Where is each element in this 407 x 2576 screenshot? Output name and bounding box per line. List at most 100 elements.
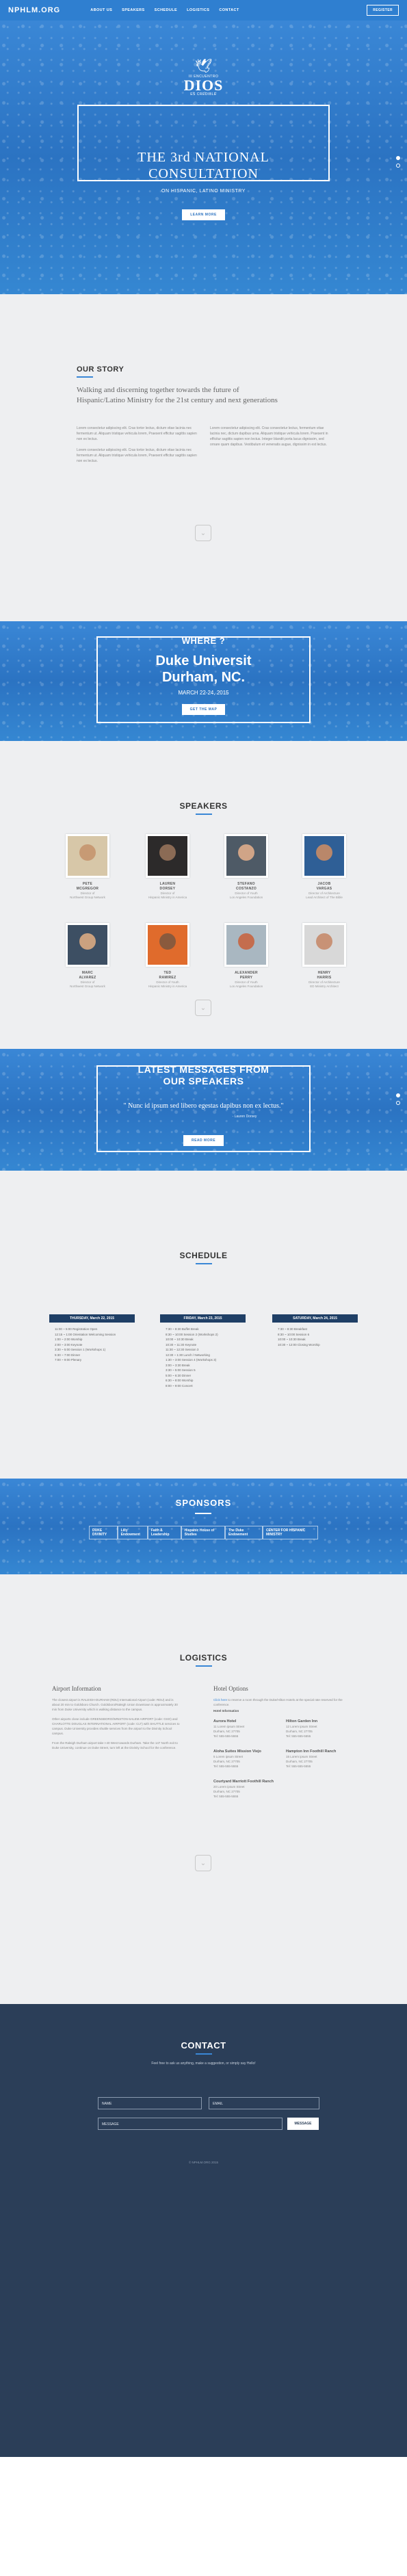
schedule-item: 1:00 ~ 2:00 Worship <box>55 1338 83 1341</box>
chevron-down-icon[interactable]: ⌄ <box>195 525 211 541</box>
schedule-item: 8:00 ~ 9:00 Concert <box>166 1383 193 1388</box>
speakers-section: SPEAKERS PETE MCGREGOR Director of Northwe… <box>0 741 407 1049</box>
speaker-photo <box>146 923 189 967</box>
nav-contact[interactable]: CONTACT <box>219 8 239 12</box>
story-col-left: Lorem consectetur adipiscing elit. Cras … <box>77 426 197 463</box>
nav-logistics[interactable]: LOGISTICS <box>187 8 209 12</box>
contact-lead: Feel free to ask us anything, make a sug… <box>151 2061 256 2066</box>
slider-dots <box>396 156 400 168</box>
schedule-item: 5:30 ~ 7:00 Dinner <box>55 1353 81 1357</box>
get-map-button[interactable]: GET THE MAP <box>181 704 226 715</box>
schedule-item: 12:30 ~ 1:30 Lunch / Networking <box>166 1353 210 1357</box>
sponsor-logo[interactable]: DUKE DIVINITY <box>89 1526 118 1539</box>
dove-icon: 🕊 <box>194 59 213 74</box>
speaker-card[interactable]: ALEXANDER PERRY Director of Youth Los Ange… <box>212 923 280 989</box>
chevron-down-icon[interactable]: ⌄ <box>195 1855 211 1871</box>
nav-schedule[interactable]: SCHEDULE <box>155 8 177 12</box>
speaker-card[interactable]: STEFANO COSTANZO Director of Youth Los Ang… <box>212 834 280 900</box>
sponsor-logo[interactable]: Lilly Endowment <box>117 1526 148 1539</box>
speaker-card[interactable]: LAUREN DORSEY Director of Hispanic Ministr… <box>133 834 202 900</box>
schedule-item: 6:30 ~ 8:00 Worship <box>166 1379 194 1382</box>
schedule-item: 8:30 ~ 10:00 Session 2 (Workshops 2) <box>166 1332 218 1336</box>
where-date: MARCH 22-24, 2015 <box>178 690 229 696</box>
reserve-link[interactable]: Click here <box>213 1698 227 1702</box>
logistics-heading: LOGISTICS <box>0 1653 407 1667</box>
schedule-item: 8:30 ~ 10:00 Session 6 <box>278 1332 310 1336</box>
nav-speakers[interactable]: SPEAKERS <box>122 8 144 12</box>
speaker-photo <box>224 923 268 967</box>
schedule-item: 12:15 ~ 1:00 Orientation Welcoming Sessi… <box>55 1332 116 1336</box>
speaker-card[interactable]: PETE MCGREGOR Director of Northwest Group … <box>53 834 122 900</box>
event-logo: 🕊 III ENCUENTRO DIOS ES CREDIBLE <box>0 57 407 96</box>
send-button[interactable]: MESSAGE <box>287 2118 319 2130</box>
register-button[interactable]: REGISTER <box>367 5 399 16</box>
sponsors-section: SPONSORS DUKE DIVINITY Lilly Endowment F… <box>0 1479 407 1574</box>
sponsor-logo[interactable]: CENTER FOR HISPANIC MINISTRY <box>262 1526 319 1539</box>
sponsor-logo[interactable]: Faith & Leadership <box>147 1526 181 1539</box>
schedule-item: 10:00 ~ 10:30 Break <box>278 1338 306 1341</box>
hotel-title: Hotel Options <box>213 1685 248 1692</box>
schedule-item: 7:30 ~ 8:30 Breakfast <box>278 1327 307 1331</box>
schedule-item: 3:30 ~ 5:00 Session 5 <box>166 1368 196 1372</box>
email-input[interactable]: EMAIL <box>209 2097 319 2109</box>
contact-heading: CONTACT <box>0 2040 407 2055</box>
sponsors-heading: SPONSORS <box>175 1498 232 1508</box>
where-section: WHERE ? Duke Universit Durham, NC. MARCH… <box>0 621 407 741</box>
nav-links: ABOUT US SPEAKERS SCHEDULE LOGISTICS CON… <box>90 8 239 12</box>
schedule-item: 11:30 ~ 12:30 Session 3 <box>166 1348 199 1351</box>
sponsor-logo[interactable]: Hispanic House of Studies <box>181 1526 225 1539</box>
speaker-card[interactable]: MARC ALVAREZ Director of Northwest Group N… <box>53 923 122 989</box>
schedule-item: 1:30 ~ 3:00 Session 4 (Workshops 3) <box>166 1358 217 1362</box>
message-input[interactable]: MESSAGE <box>98 2118 283 2130</box>
nav-about[interactable]: ABOUT US <box>90 8 112 12</box>
top-nav: NPHLM.ORG ABOUT US SPEAKERS SCHEDULE LOG… <box>0 0 407 21</box>
read-more-button[interactable]: READ MORE <box>183 1135 224 1146</box>
slider-dot[interactable] <box>396 156 400 160</box>
schedule-heading: SCHEDULE <box>0 1251 407 1264</box>
schedule-item: 11:00 ~ 5:00 Registration Open <box>55 1327 98 1331</box>
chevron-down-icon[interactable]: ⌄ <box>195 1000 211 1016</box>
sponsor-logos: DUKE DIVINITY Lilly Endowment Faith & Le… <box>89 1526 319 1539</box>
hotel-card: Courtyard Marriott Foothill Ranch 20 Lor… <box>213 1780 274 1798</box>
hero-section: 🕊 III ENCUENTRO DIOS ES CREDIBLE THE 3rd… <box>0 21 407 294</box>
messages-author: - Lauren Dorsey <box>232 1115 257 1119</box>
speakers-heading: SPEAKERS <box>0 801 407 815</box>
quote-slider-dots <box>396 1093 400 1105</box>
our-story-section: OUR STORY Walking and discerning togethe… <box>0 294 407 621</box>
name-input[interactable]: NAME <box>98 2097 202 2109</box>
schedule-day: SATURDAY, March 24, 2015 7:30 ~ 8:30 Bre… <box>272 1314 358 1347</box>
speaker-photo <box>146 834 189 878</box>
speaker-photo <box>66 923 109 967</box>
where-place: Duke Universit Durham, NC. <box>155 653 252 685</box>
schedule-item: 7:30 ~ 8:30 Buffet Break <box>166 1327 199 1331</box>
schedule-item: 5:00 ~ 6:30 Dinner <box>166 1373 192 1377</box>
sponsor-logo[interactable]: The Duke Endowment <box>224 1526 263 1539</box>
speaker-photo <box>224 834 268 878</box>
brand-logo[interactable]: NPHLM.ORG <box>8 6 60 14</box>
slider-dot[interactable] <box>396 1093 400 1097</box>
learn-more-button[interactable]: LEARN MORE <box>182 209 225 220</box>
speaker-card[interactable]: TED RAMIREZ Director of Youth Hispanic Min… <box>133 923 202 989</box>
slider-dot[interactable] <box>396 164 400 168</box>
speaker-photo <box>302 923 346 967</box>
slider-dot[interactable] <box>396 1101 400 1105</box>
speaker-card[interactable]: HENRY HARRIS Director of Architecture ED M… <box>290 923 358 989</box>
story-lead: Walking and discerning together towards … <box>77 386 278 404</box>
hotel-intro: Click here to reserve a room through the… <box>213 1698 343 1706</box>
airport-title: Airport Information <box>52 1685 101 1692</box>
messages-title: LATEST MESSAGES FROM OUR SPEAKERS <box>137 1064 270 1087</box>
schedule-day: FRIDAY, March 23, 2015 7:30 ~ 8:30 Buffe… <box>160 1314 246 1388</box>
hero-subtitle: ON HISPANIC, LATINO MINISTRY <box>161 189 246 194</box>
speaker-card[interactable]: JACOB VARGAS Director of Architecture Lead… <box>290 834 358 900</box>
schedule-item: 10:30 ~ 12:00 Closing Worship <box>278 1342 320 1346</box>
hotel-card: Aurora Hotel 11 Lorem ipsum Street Durham… <box>213 1719 245 1738</box>
hotel-card: Hampton Inn Foothill Ranch 15 Lorem ipsu… <box>286 1749 337 1768</box>
schedule-item: 10:30 ~ 11:30 Keynote <box>166 1342 197 1346</box>
hotel-card: Hilton Garden Inn 12 Lorem ipsum Street D… <box>286 1719 318 1738</box>
logistics-section: LOGISTICS Airport Information The closes… <box>0 1574 407 2004</box>
where-title: WHERE ? <box>181 636 226 646</box>
messages-quote: " Nunc id ipsum sed libero egestas dapib… <box>123 1102 284 1110</box>
schedule-item: 10:00 ~ 10:30 Break <box>166 1338 194 1341</box>
story-col-right: Lorem consectetur adipiscing elit. Cras … <box>210 426 328 447</box>
schedule-item: 7:00 ~ 9:00 Plenary <box>55 1358 82 1362</box>
